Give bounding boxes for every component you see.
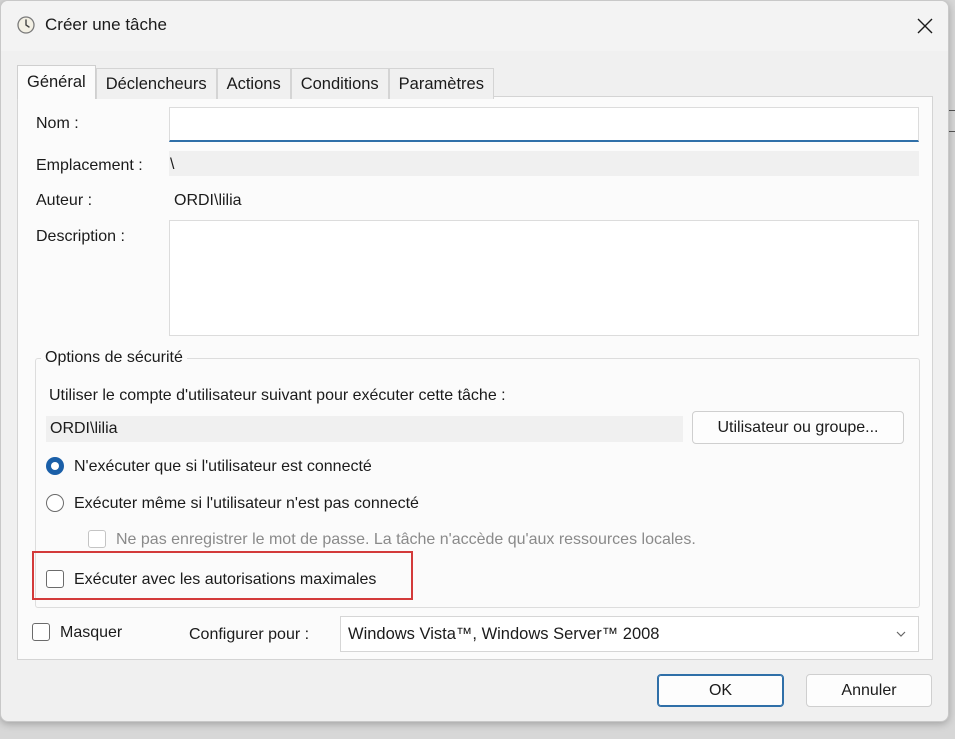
tab-triggers[interactable]: Déclencheurs xyxy=(95,68,217,99)
radio-logged-on[interactable] xyxy=(46,457,64,475)
no-store-password-label: Ne pas enregistrer le mot de passe. La t… xyxy=(116,531,696,548)
author-value: ORDI\lilia xyxy=(174,192,242,209)
title-bar: Créer une tâche xyxy=(1,1,948,51)
close-button[interactable] xyxy=(902,1,948,51)
radio-run-whether-logged-on[interactable] xyxy=(46,494,64,512)
create-task-dialog: Créer une tâche Général Déclencheurs Act… xyxy=(0,0,949,722)
configure-for-label: Configurer pour : xyxy=(189,626,310,643)
user-or-group-button[interactable]: Utilisateur ou groupe... xyxy=(692,411,904,444)
close-icon xyxy=(917,18,933,34)
tab-general[interactable]: Général xyxy=(17,65,96,99)
tab-actions[interactable]: Actions xyxy=(216,68,291,99)
cancel-button[interactable]: Annuler xyxy=(806,674,932,707)
highest-privileges-checkbox[interactable] xyxy=(46,570,64,588)
chevron-down-icon xyxy=(896,631,906,637)
location-value: \ xyxy=(169,151,919,176)
description-label: Description : xyxy=(36,228,125,245)
hidden-label[interactable]: Masquer xyxy=(60,624,122,642)
window-title: Créer une tâche xyxy=(45,15,167,34)
description-textarea[interactable] xyxy=(169,220,919,336)
tab-settings[interactable]: Paramètres xyxy=(388,68,494,99)
tab-conditions[interactable]: Conditions xyxy=(290,68,389,99)
author-label: Auteur : xyxy=(36,192,93,209)
hidden-checkbox[interactable] xyxy=(32,623,50,641)
no-store-password-checkbox[interactable] xyxy=(88,530,106,548)
configure-for-select[interactable]: Windows Vista™, Windows Server™ 2008 xyxy=(340,616,919,652)
name-label: Nom : xyxy=(36,115,79,132)
radio-logged-on-label[interactable]: N'exécuter que si l'utilisateur est conn… xyxy=(74,458,372,476)
ok-button[interactable]: OK xyxy=(657,674,784,707)
configure-for-value: Windows Vista™, Windows Server™ 2008 xyxy=(348,624,660,643)
tab-bar: Général Déclencheurs Actions Conditions … xyxy=(17,65,494,99)
account-value: ORDI\lilia xyxy=(46,416,683,442)
radio-run-whether-logged-on-label[interactable]: Exécuter même si l'utilisateur n'est pas… xyxy=(74,495,419,513)
location-label: Emplacement : xyxy=(36,157,143,174)
account-prompt: Utiliser le compte d'utilisateur suivant… xyxy=(49,387,506,404)
name-input[interactable] xyxy=(169,107,919,142)
clock-icon xyxy=(17,16,35,34)
highest-privileges-label[interactable]: Exécuter avec les autorisations maximale… xyxy=(74,571,376,589)
security-options-title: Options de sécurité xyxy=(41,349,187,367)
